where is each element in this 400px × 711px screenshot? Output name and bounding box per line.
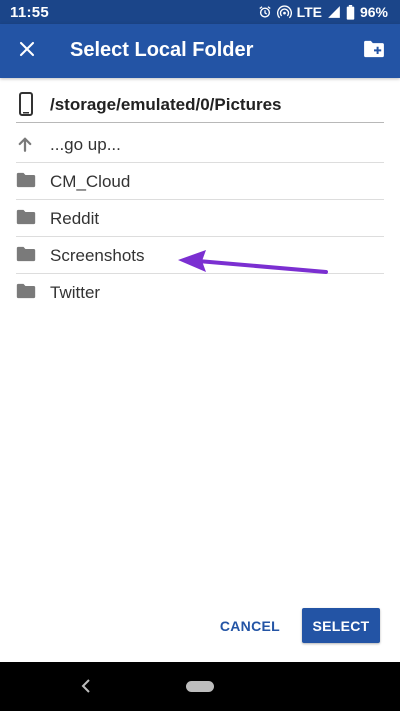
phone-icon [19, 92, 33, 121]
battery-level: 96% [359, 4, 388, 20]
hotspot-icon [276, 4, 292, 20]
cancel-button[interactable]: CANCEL [220, 618, 280, 634]
folder-item-reddit[interactable]: Reddit [16, 200, 384, 237]
back-icon[interactable] [78, 676, 94, 701]
status-icons: LTE 96% [258, 4, 388, 20]
folder-icon [16, 172, 36, 193]
select-button[interactable]: SELECT [302, 608, 380, 643]
list-item-label: Reddit [50, 209, 100, 228]
folder-item-cm-cloud[interactable]: CM_Cloud [16, 163, 384, 200]
close-icon [18, 40, 36, 63]
list-item-label: Screenshots [50, 246, 145, 265]
status-time: 11:55 [10, 4, 50, 21]
status-bar: 11:55 LTE 96% [0, 0, 400, 24]
battery-icon [346, 4, 355, 20]
path-text: /storage/emulated/0/Pictures [50, 95, 282, 114]
dialog-actions: CANCEL SELECT [220, 608, 380, 643]
folder-icon [16, 246, 36, 267]
annotation-arrow-icon [176, 248, 328, 283]
arrow-up-icon [16, 135, 34, 158]
signal-icon [327, 5, 341, 19]
list-item-label: CM_Cloud [50, 172, 131, 191]
home-pill-icon[interactable] [186, 681, 214, 692]
alarm-icon [258, 5, 272, 19]
network-type: LTE [296, 4, 322, 20]
list-item-label: ...go up... [50, 135, 121, 154]
new-folder-button[interactable] [360, 37, 388, 65]
close-button[interactable] [13, 37, 41, 65]
app-bar: Select Local Folder [0, 24, 400, 78]
list-item-label: Twitter [50, 283, 101, 302]
folder-icon [16, 283, 36, 304]
navigation-bar [0, 662, 400, 711]
folder-icon [16, 209, 36, 230]
go-up-item[interactable]: ...go up... [16, 126, 384, 163]
current-path: /storage/emulated/0/Pictures [16, 90, 384, 123]
page-title: Select Local Folder [70, 39, 254, 61]
new-folder-icon [363, 40, 385, 63]
